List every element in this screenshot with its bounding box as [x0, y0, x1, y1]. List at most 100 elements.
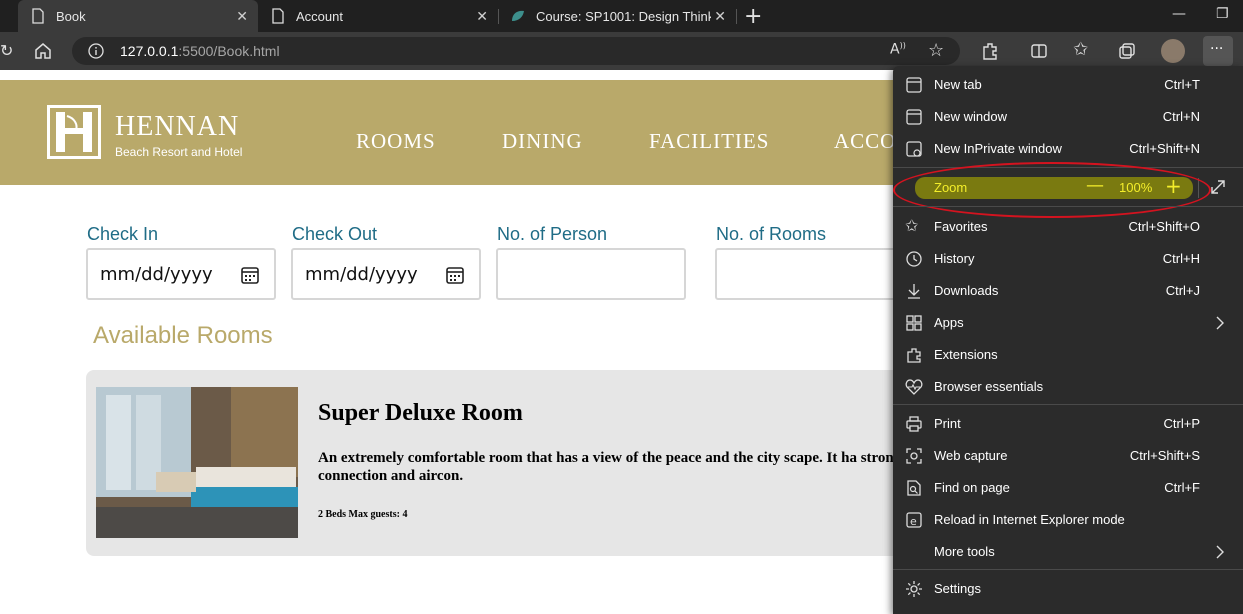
chevron-right-icon [1216, 545, 1224, 559]
close-icon[interactable]: ✕ [476, 8, 488, 25]
menu-shortcut: Ctrl+Shift+O [1128, 219, 1200, 234]
hotel-name: HENNAN [115, 111, 240, 142]
menu-new-inprivate[interactable]: New InPrivate window Ctrl+Shift+N [893, 133, 1243, 165]
course-icon [512, 10, 524, 21]
nav-rooms[interactable]: ROOMS [356, 129, 436, 154]
menu-label: Settings [934, 581, 981, 596]
hotel-tagline: Beach Resort and Hotel [115, 145, 243, 159]
available-rooms-heading: Available Rooms [93, 322, 273, 349]
menu-downloads[interactable]: Downloads Ctrl+J [893, 275, 1243, 307]
page-icon [32, 8, 44, 24]
favorites-icon: ✩ [905, 216, 919, 235]
url-field[interactable]: 127.0.0.1:5500/Book.html A)) ☆ [72, 37, 960, 65]
menu-shortcut: Ctrl+P [1163, 416, 1200, 431]
home-icon[interactable] [34, 42, 52, 60]
menu-label: Browser essentials [934, 379, 1044, 394]
rooms-input[interactable] [715, 248, 905, 300]
menu-shortcut: Ctrl+T [1164, 77, 1200, 92]
read-aloud-icon[interactable]: A)) [890, 41, 906, 58]
new-window-icon [906, 109, 922, 125]
favorites-bar-icon[interactable]: ✩ [1073, 39, 1088, 60]
history-icon [906, 251, 922, 267]
tab-account[interactable]: Account ✕ [258, 0, 498, 32]
rooms-label: No. of Rooms [716, 224, 827, 244]
new-tab-icon[interactable]: + [744, 4, 762, 29]
menu-shortcut: Ctrl+J [1165, 283, 1200, 298]
menu-label: New InPrivate window [934, 141, 1062, 156]
print-icon [906, 416, 922, 432]
check-out-input[interactable]: mm/dd/yyyy [291, 248, 481, 300]
nav-accommodations[interactable]: ACCO [834, 129, 896, 154]
check-in-input[interactable]: mm/dd/yyyy [86, 248, 276, 300]
menu-new-window[interactable]: New window Ctrl+N [893, 101, 1243, 133]
web-capture-icon [906, 448, 922, 464]
split-screen-icon[interactable] [1030, 42, 1048, 60]
check-out-value: mm/dd/yyyy [305, 264, 418, 285]
menu-favorites[interactable]: ✩ Favorites Ctrl+Shift+O [893, 211, 1243, 243]
menu-print[interactable]: Print Ctrl+P [893, 408, 1243, 440]
tab-title: Course: SP1001: Design Thinking [536, 8, 711, 24]
extensions-icon [907, 348, 921, 363]
find-icon [907, 480, 921, 496]
menu-extensions[interactable]: Extensions [893, 339, 1243, 371]
tab-course[interactable]: Course: SP1001: Design Thinking ✕ [498, 0, 736, 32]
url-text: 127.0.0.1:5500/Book.html [120, 43, 280, 59]
menu-shortcut: Ctrl+F [1164, 480, 1200, 495]
menu-label: New tab [934, 77, 982, 92]
tab-bar: Book ✕ Account ✕ Course: SP1001: Design … [0, 0, 1243, 32]
svg-text:e: e [910, 515, 917, 528]
new-tab-icon [906, 77, 922, 93]
nav-facilities[interactable]: FACILITIES [649, 129, 769, 154]
collections-icon[interactable] [1118, 42, 1136, 60]
chevron-right-icon [1216, 316, 1224, 330]
ie-icon: e [906, 512, 922, 528]
extensions-icon[interactable] [980, 41, 1000, 61]
room-photo [96, 387, 298, 538]
menu-label: Print [934, 416, 961, 431]
hotel-logo-icon[interactable] [47, 105, 101, 159]
calendar-icon[interactable] [445, 265, 465, 285]
info-icon[interactable] [88, 43, 104, 59]
menu-settings[interactable]: Settings [893, 573, 1243, 605]
menu-browser-essentials[interactable]: Browser essentials [893, 371, 1243, 403]
settings-icon [906, 581, 922, 597]
close-icon[interactable]: ✕ [714, 8, 726, 25]
refresh-icon[interactable]: ↻ [0, 41, 13, 60]
menu-shortcut: Ctrl+Shift+S [1129, 448, 1200, 463]
page-icon [272, 8, 284, 24]
menu-more-tools[interactable]: More tools [893, 536, 1243, 568]
tab-book[interactable]: Book ✕ [18, 0, 258, 32]
menu-label: New window [934, 109, 1007, 124]
menu-apps[interactable]: Apps [893, 307, 1243, 339]
calendar-icon[interactable] [240, 265, 260, 285]
menu-new-tab[interactable]: New tab Ctrl+T [893, 69, 1243, 101]
favorite-star-icon[interactable]: ☆ [928, 40, 944, 61]
tab-title: Book [56, 8, 86, 24]
address-bar: ↻ 127.0.0.1:5500/Book.html A)) ☆ ✩ ··· [0, 32, 1243, 70]
avatar[interactable] [1161, 39, 1185, 63]
nav-dining[interactable]: DINING [502, 129, 583, 154]
menu-find-on-page[interactable]: Find on page Ctrl+F [893, 472, 1243, 504]
restore-icon[interactable]: ❐ [1216, 6, 1229, 22]
minimize-icon[interactable]: — [1172, 6, 1186, 22]
room-card[interactable]: Super Deluxe Room An extremely comfortab… [86, 370, 986, 556]
menu-shortcut: Ctrl+H [1162, 251, 1200, 266]
menu-history[interactable]: History Ctrl+H [893, 243, 1243, 275]
annotation-circle [893, 162, 1211, 218]
menu-label: Favorites [934, 219, 988, 234]
persons-label: No. of Person [497, 224, 608, 244]
apps-icon [906, 315, 922, 331]
fullscreen-icon[interactable] [1209, 178, 1227, 196]
menu-reload-ie-mode[interactable]: e Reload in Internet Explorer mode [893, 504, 1243, 536]
room-title: Super Deluxe Room [318, 400, 523, 426]
persons-input[interactable] [496, 248, 686, 300]
menu-label: Find on page [934, 480, 1010, 495]
close-icon[interactable]: ✕ [236, 8, 248, 25]
menu-label: Apps [934, 315, 964, 330]
check-out-label: Check Out [292, 224, 378, 244]
more-menu-button[interactable]: ··· [1203, 36, 1233, 66]
menu-shortcut: Ctrl+N [1162, 109, 1200, 124]
room-description: An extremely comfortable room that has a… [318, 450, 937, 484]
menu-web-capture[interactable]: Web capture Ctrl+Shift+S [893, 440, 1243, 472]
menu-label: Web capture [934, 448, 1008, 463]
